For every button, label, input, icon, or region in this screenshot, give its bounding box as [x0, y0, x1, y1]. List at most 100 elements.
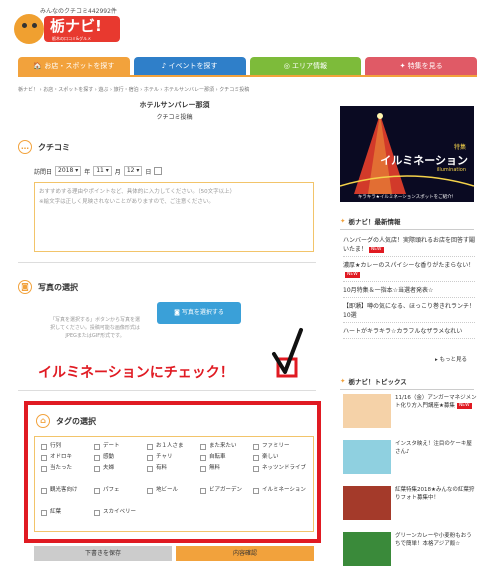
news-item[interactable]: 10月特集＆一指本☆当選者発表☆	[343, 286, 475, 298]
breadcrumb-item: クチコミ投稿	[219, 87, 250, 93]
tag-checkbox[interactable]: ビアガーデン	[200, 487, 253, 498]
tag-checkbox[interactable]: 自転車	[200, 454, 253, 465]
tab-features[interactable]: ✦ 特集を見る	[365, 57, 477, 75]
logo-badge: 栃ナビ! 栃木の口コミ&グルメ	[44, 16, 120, 42]
news-list: ハンバーグの人気店！実際頭れるお店を回答す鬮いたま！ NEW 濃厚★カレーのスパイ…	[343, 236, 475, 343]
tag-checkbox[interactable]: オドロキ	[41, 454, 94, 465]
checkbox-icon[interactable]	[253, 444, 259, 450]
checkbox-icon[interactable]	[200, 455, 206, 461]
tag-checkbox[interactable]: 楽しい	[253, 454, 306, 465]
checkbox-icon[interactable]	[94, 488, 100, 494]
topic-item[interactable]: 紅葉特集2018★みんなの紅葉狩りフォト募集中！	[343, 486, 477, 520]
year-select[interactable]: 2018 ▾	[55, 166, 82, 176]
tab-events[interactable]: ♪ イベントを探す	[133, 57, 246, 75]
checkbox-icon[interactable]	[41, 510, 47, 516]
review-textarea[interactable]: おすすめする理由やポイントなど、具体的に入力してください。（50文字以上） ※絵…	[34, 182, 314, 252]
review-section-heading: … クチコミ	[18, 140, 70, 154]
tag-checkbox-illumination[interactable]: イルミネーション	[253, 487, 306, 509]
checkbox-icon[interactable]	[41, 444, 47, 450]
checkbox-icon[interactable]	[41, 488, 47, 494]
tag-checkbox[interactable]: また来たい	[200, 443, 253, 454]
breadcrumb: 栃ナビ！ › お店・スポットを探す › 遊ぶ › 旅行・宿泊 › ホテル › ホ…	[18, 87, 250, 93]
checkbox-icon[interactable]	[253, 455, 259, 461]
breadcrumb-item[interactable]: 旅行・宿泊	[114, 87, 139, 93]
calendar-icon[interactable]	[154, 167, 163, 175]
checkbox-icon[interactable]	[147, 488, 153, 494]
tab-shops[interactable]: 🏠 お店・スポットを探す	[18, 57, 130, 75]
tag-checkbox[interactable]: 有料	[147, 465, 200, 476]
tab-area-label: エリア情報	[292, 62, 328, 70]
day-select[interactable]: 12 ▾	[123, 166, 143, 176]
select-photo-label: 写真を選択する	[181, 309, 224, 316]
review-placeholder-1: おすすめする理由やポイントなど、具体的に入力してください。（50文字以上）	[39, 189, 236, 195]
breadcrumb-item[interactable]: ホテルサンバレー那須	[164, 87, 214, 93]
checkbox-icon[interactable]	[147, 444, 153, 450]
checkbox-icon[interactable]	[41, 466, 47, 472]
news-item[interactable]: ハートがキラキラ☆カラフルなザラメなれい	[343, 327, 475, 339]
checkmark-annotation-icon	[272, 328, 303, 378]
news-item[interactable]: 【即瀬】噂の気になる、ほっこり巻きれランチ！10選	[343, 302, 475, 323]
checkbox-icon[interactable]	[41, 455, 47, 461]
checkbox-icon[interactable]	[94, 444, 100, 450]
checkbox-icon[interactable]	[147, 455, 153, 461]
banner-feature-label: 特集	[453, 144, 466, 151]
topic-thumbnail	[343, 532, 391, 566]
annotation-text: イルミネーションにチェック！	[38, 365, 234, 381]
more-link[interactable]: ▸ もっと見る	[435, 355, 467, 363]
topic-item[interactable]: インスタ映え！注目のケーキ屋さん♪	[343, 440, 477, 474]
tag-checkbox[interactable]: お１人さま	[147, 443, 200, 454]
speech-bubble-icon: …	[18, 140, 32, 154]
tag-checkbox[interactable]: 夫婦	[94, 465, 147, 476]
checkbox-icon[interactable]	[200, 444, 206, 450]
month-select[interactable]: 11 ▾	[93, 166, 112, 176]
new-badge: NEW	[368, 246, 384, 253]
topic-item[interactable]: 11/16（金）アンガーマネジメント化り方入門講座★募集 NEW	[343, 394, 477, 428]
select-photo-button[interactable]: ◙ 写真を選択する	[157, 302, 241, 324]
site-logo[interactable]: みんなのクチコミ442992件 栃ナビ! 栃木の口コミ&グルメ	[10, 4, 130, 48]
new-badge: NEW	[345, 271, 360, 278]
month-unit: 月	[114, 168, 121, 176]
checkbox-icon[interactable]	[94, 466, 100, 472]
tag-checkbox[interactable]: 地ビール	[147, 487, 200, 498]
visit-date-label: 訪問日	[34, 168, 53, 176]
tag-checkbox[interactable]: チャリ	[147, 454, 200, 465]
checkbox-icon[interactable]	[200, 488, 206, 494]
news-heading: ✦ 栃ナビ！最新情報	[340, 216, 474, 230]
day-unit: 日	[145, 168, 152, 176]
breadcrumb-item[interactable]: お店・スポットを探す	[43, 87, 93, 93]
topic-item[interactable]: グリーンカレーや小麦粉もおうちで簡単！本格アジア飯☆	[343, 532, 477, 566]
visit-date-row: 訪問日 2018 ▾ 年 11 ▾ 月 12 ▾ 日	[34, 166, 163, 176]
news-item[interactable]: ハンバーグの人気店！実際頭れるお店を回答す鬮いたま！ NEW	[343, 236, 475, 257]
checkbox-icon[interactable]	[200, 466, 206, 472]
checkbox-icon[interactable]	[94, 455, 100, 461]
logo-text: 栃ナビ!	[50, 17, 102, 35]
tag-checkbox[interactable]: 感動	[94, 454, 147, 465]
news-item[interactable]: 濃厚★カレーのスパイシーな香りがたまらない！NEW	[343, 261, 475, 282]
tag-checkbox[interactable]: デート	[94, 443, 147, 454]
tag-checkbox[interactable]: 観光客向け	[41, 487, 94, 498]
tag-checkbox[interactable]: ネッツンドライブ	[253, 465, 306, 487]
checkbox-icon[interactable]	[94, 510, 100, 516]
checkbox-icon[interactable]	[253, 488, 259, 494]
megaphone-icon: ✦	[399, 62, 408, 70]
banner-title: イルミネーション	[380, 154, 468, 167]
breadcrumb-item[interactable]: ホテル	[144, 87, 159, 93]
tag-checkbox[interactable]: 行列	[41, 443, 94, 454]
breadcrumb-item[interactable]: 遊ぶ	[98, 87, 108, 93]
tag-checkbox[interactable]: パフェ	[94, 487, 147, 498]
tag-checkbox[interactable]: 無料	[200, 465, 253, 476]
tag-checkbox[interactable]: 当たった	[41, 465, 94, 476]
checkbox-icon[interactable]	[253, 466, 259, 472]
tag-checkbox[interactable]: 紅葉	[41, 509, 94, 520]
confirm-button[interactable]: 内容確認	[176, 546, 314, 561]
illumination-feature-banner[interactable]: 特集 イルミネーション illumination キラキラ★イルミネーションスポ…	[340, 106, 474, 202]
tag-list: 行列 デート お１人さま また来たい ファミリー オドロキ 感動 チャリ 自転車…	[34, 436, 314, 532]
checkbox-icon[interactable]	[147, 466, 153, 472]
save-draft-button[interactable]: 下書きを保存	[34, 546, 172, 561]
tag-checkbox[interactable]: ファミリー	[253, 443, 306, 454]
tab-area[interactable]: ◎ エリア情報	[249, 57, 362, 75]
breadcrumb-item[interactable]: 栃ナビ！	[18, 87, 38, 93]
tag-checkbox[interactable]: スカイベリー	[94, 509, 147, 520]
page-subtitle: クチコミ投稿	[156, 114, 193, 121]
tag-heading: タグの選択	[56, 416, 96, 426]
